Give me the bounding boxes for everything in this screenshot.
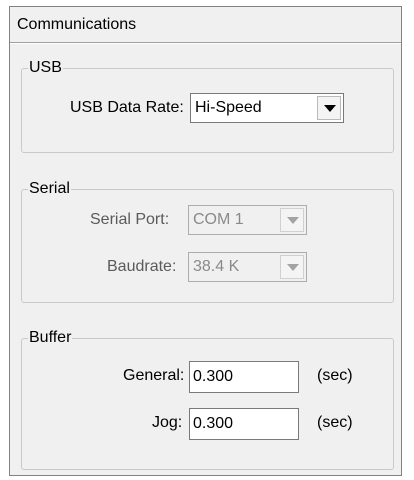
- buffer-group: Buffer General: (sec) Jog: (sec): [21, 328, 394, 470]
- buffer-group-label: Buffer: [28, 328, 73, 348]
- baudrate-value: 38.4 K: [193, 258, 240, 275]
- serial-group: Serial Serial Port: COM 1 Baudrate: 38.4…: [21, 179, 394, 303]
- title-divider: [10, 42, 401, 44]
- usb-group-label: USB: [28, 58, 63, 78]
- chevron-down-icon[interactable]: [280, 255, 304, 279]
- baudrate-label: Baudrate:: [107, 258, 177, 275]
- usb-group: USB USB Data Rate: Hi-Speed: [21, 58, 394, 153]
- chevron-down-icon[interactable]: [280, 208, 304, 232]
- panel-title: Communications: [17, 16, 137, 33]
- serial-port-select[interactable]: COM 1: [188, 205, 307, 235]
- general-label: General:: [123, 367, 185, 384]
- chevron-down-icon[interactable]: [317, 96, 341, 120]
- jog-label: Jog:: [152, 414, 183, 431]
- baudrate-select[interactable]: 38.4 K: [188, 252, 307, 282]
- serial-group-label: Serial: [28, 179, 71, 199]
- usb-data-rate-label: USB Data Rate:: [70, 99, 184, 116]
- serial-port-label: Serial Port:: [90, 211, 170, 228]
- communications-panel: Communications USB USB Data Rate: Hi-Spe…: [9, 6, 402, 476]
- jog-buffer-input[interactable]: [189, 408, 299, 440]
- serial-port-value: COM 1: [193, 211, 244, 228]
- general-unit-label: (sec): [317, 367, 353, 384]
- jog-unit-label: (sec): [317, 414, 353, 431]
- usb-data-rate-select[interactable]: Hi-Speed: [190, 93, 344, 123]
- usb-data-rate-value: Hi-Speed: [195, 99, 262, 116]
- general-buffer-input[interactable]: [189, 361, 299, 393]
